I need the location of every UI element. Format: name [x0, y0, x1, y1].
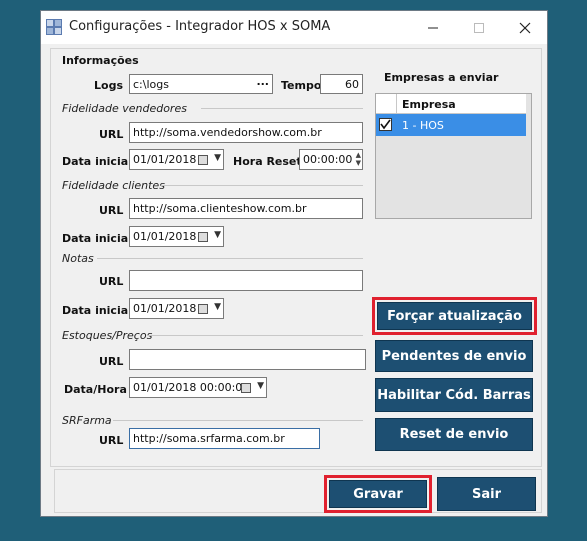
info-group-label: Informações [62, 54, 139, 67]
srfarma-url-input[interactable]: http://soma.srfarma.com.br [129, 428, 320, 449]
minimize-button[interactable] [410, 11, 456, 44]
window-title: Configurações - Integrador HOS x SOMA [69, 19, 331, 34]
reset-envio-button[interactable]: Reset de envio [375, 418, 533, 451]
vendedores-section: Fidelidade vendedores [62, 102, 187, 115]
maximize-icon [474, 22, 484, 33]
empresas-label: Empresas a enviar [384, 71, 499, 84]
calendar-icon [198, 232, 208, 242]
calendar-icon [198, 304, 208, 314]
srfarma-section: SRFarma [62, 414, 112, 427]
grid-header-check-cell [376, 94, 397, 113]
clientes-url-input[interactable]: http://soma.clienteshow.com.br [129, 198, 363, 219]
hora-reset-input[interactable]: 00:00:00 ▲ ▼ [299, 149, 363, 170]
logs-value: c:\logs [133, 78, 169, 91]
datahora-label: Data/Hora [64, 383, 127, 396]
config-window: Configurações - Integrador HOS x SOMA In… [40, 10, 548, 517]
notas-url-input[interactable] [129, 270, 363, 291]
checkmark-icon [380, 119, 391, 130]
grid-header: Empresa [376, 94, 526, 114]
chevron-down-icon: ▼ [214, 153, 221, 163]
notas-separator [97, 258, 363, 259]
notas-date-picker[interactable]: 01/01/2018 ▼ [129, 298, 224, 319]
maximize-button[interactable] [456, 11, 502, 44]
notas-date-value: 01/01/2018 [133, 302, 197, 315]
vendedores-date-value: 01/01/2018 [133, 153, 197, 166]
chevron-down-icon: ▼ [214, 230, 221, 240]
gravar-button[interactable]: Gravar [329, 480, 427, 508]
browse-button[interactable]: ... [256, 75, 269, 88]
grid-header-empresa: Empresa [402, 98, 456, 111]
sair-button[interactable]: Sair [437, 477, 536, 511]
habilitar-cod-barras-button[interactable]: Habilitar Cód. Barras [375, 378, 533, 412]
calendar-icon [241, 383, 251, 393]
hora-reset-value: 00:00:00 [303, 153, 353, 166]
app-icon [46, 19, 62, 35]
srfarma-separator [113, 420, 363, 421]
vendedores-date-label: Data inicial [62, 155, 132, 168]
row-empresa: 1 - HOS [402, 119, 444, 132]
clientes-url-label: URL [99, 204, 124, 217]
clientes-date-label: Data inicial [62, 232, 132, 245]
tempo-label: Tempo [281, 79, 322, 92]
spinner-icon[interactable]: ▲ ▼ [356, 151, 361, 167]
estoques-section: Estoques/Preços [62, 329, 153, 342]
close-icon [519, 22, 531, 33]
row-checkbox[interactable] [379, 118, 392, 131]
close-button[interactable] [502, 11, 548, 44]
empresas-grid[interactable]: Empresa 1 - HOS [375, 93, 532, 219]
notas-date-label: Data inicial [62, 304, 132, 317]
logs-label: Logs [94, 79, 123, 92]
vendedores-date-picker[interactable]: 01/01/2018 ▼ [129, 149, 224, 170]
logs-input[interactable]: c:\logs ... [129, 74, 273, 94]
calendar-icon [198, 155, 208, 165]
datahora-picker[interactable]: 01/01/2018 00:00:00 ▼ [129, 377, 267, 398]
vendedores-url-label: URL [99, 128, 124, 141]
forcar-atualizacao-button[interactable]: Forçar atualização [377, 302, 532, 330]
clientes-separator [161, 185, 363, 186]
vendedores-separator [201, 108, 363, 109]
datahora-value: 01/01/2018 00:00:00 [133, 381, 250, 394]
tempo-input[interactable]: 60 [320, 74, 363, 94]
clientes-section: Fidelidade clientes [62, 179, 165, 192]
hora-reset-label: Hora Reset [233, 155, 302, 168]
estoques-url-input[interactable] [129, 349, 366, 370]
estoques-url-label: URL [99, 355, 124, 368]
notas-section: Notas [62, 252, 94, 265]
vendedores-url-input[interactable]: http://soma.vendedorshow.com.br [129, 122, 363, 143]
chevron-down-icon: ▼ [257, 381, 264, 391]
pendentes-envio-button[interactable]: Pendentes de envio [375, 340, 533, 372]
notas-url-label: URL [99, 275, 124, 288]
minimize-icon [428, 27, 438, 28]
title-bar: Configurações - Integrador HOS x SOMA [41, 11, 547, 44]
clientes-date-picker[interactable]: 01/01/2018 ▼ [129, 226, 224, 247]
clientes-date-value: 01/01/2018 [133, 230, 197, 243]
estoques-separator [147, 335, 363, 336]
chevron-down-icon: ▼ [214, 302, 221, 312]
table-row[interactable]: 1 - HOS [376, 114, 526, 136]
srfarma-url-label: URL [99, 434, 124, 447]
